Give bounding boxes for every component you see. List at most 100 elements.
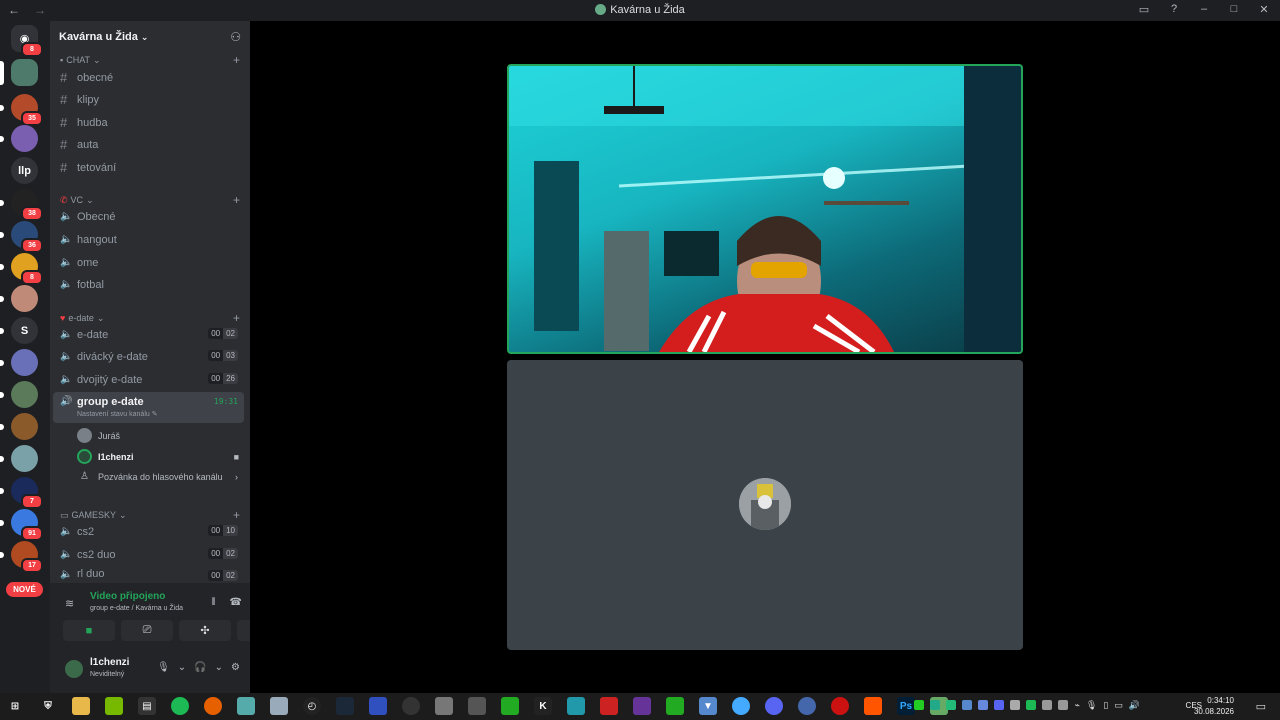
camera-button[interactable]: ■ [63, 620, 115, 641]
server-icon[interactable] [0, 413, 38, 440]
video-tile[interactable] [507, 64, 1023, 354]
tray-icon[interactable] [914, 700, 925, 710]
app-icon[interactable] [798, 697, 816, 715]
headphones-icon[interactable]: 🎧 [194, 662, 206, 673]
app-icon[interactable] [567, 697, 585, 715]
server-icon[interactable]: 8 [0, 253, 43, 285]
app-icon[interactable] [270, 697, 288, 715]
category-chat[interactable]: ▪ CHAT ⌄ + [60, 53, 240, 67]
tray-icon[interactable] [930, 700, 941, 710]
server-icon[interactable]: 36 [0, 221, 43, 253]
steam-icon[interactable] [336, 697, 354, 715]
photoshop-icon[interactable]: Ps [897, 697, 915, 715]
voice-invite-row[interactable]: ♙ Pozvánka do hlasového kanálu › [80, 471, 242, 482]
folder-icon[interactable] [72, 697, 90, 715]
tray-icon[interactable] [1026, 700, 1037, 710]
voice-channel-fotbal[interactable]: 🔈 fotbal [53, 274, 244, 295]
voice-channel-cs2[interactable]: 🔈 cs2 00 10 [53, 521, 244, 542]
voice-channel-edate[interactable]: 🔈 e-date 00 02 [53, 324, 244, 345]
app-icon[interactable] [633, 697, 651, 715]
server-llp-icon[interactable]: llp [11, 157, 38, 184]
clock-app-icon[interactable]: ◴ [303, 697, 321, 715]
server-icon[interactable]: 38 [0, 189, 43, 221]
server-s-icon[interactable]: S [0, 317, 38, 344]
voice-channel-hangout[interactable]: 🔈 hangout [53, 229, 244, 250]
voice-channel-cs2-duo[interactable]: 🔈 cs2 duo 00 02 [53, 544, 244, 565]
tray-icon[interactable] [1010, 700, 1021, 710]
category-gamesky[interactable]: ▭ GAMESKY ⌄ + [60, 508, 240, 522]
volume-icon[interactable]: 🔊 [1129, 700, 1140, 711]
category-vc[interactable]: ✆ VC ⌄ + [60, 193, 240, 207]
tray-icon[interactable] [962, 700, 973, 710]
server-icon[interactable] [0, 125, 38, 152]
current-user[interactable]: l1chenzi Neviditelný 🎙 ⌄ 🎧 ⌄ ⚙ [58, 653, 244, 687]
server-icon[interactable]: 35 [0, 94, 43, 126]
voice-channel-divacky-edate[interactable]: 🔈 divácký e-date 00 03 [53, 346, 244, 367]
server-icon[interactable]: 7 [0, 477, 43, 509]
voice-channel-ome[interactable]: 🔈 ome [53, 252, 244, 273]
opera-icon[interactable] [831, 697, 849, 715]
maximize-icon[interactable]: □ [1228, 3, 1240, 16]
channel-hudba[interactable]: # hudba [53, 112, 244, 133]
chevron-down-icon[interactable]: ⌄ [215, 662, 223, 673]
tray-icon[interactable] [946, 700, 957, 710]
noise-suppression-icon[interactable]: ⫴ [211, 597, 215, 608]
app-icon[interactable] [600, 697, 618, 715]
app-icon[interactable] [732, 697, 750, 715]
voice-channel-dvojity-edate[interactable]: 🔈 dvojitý e-date 00 26 [53, 369, 244, 390]
app-icon[interactable] [237, 697, 255, 715]
server-kavarna-icon[interactable] [0, 59, 38, 86]
monitor-icon[interactable] [369, 697, 387, 715]
close-icon[interactable]: ✕ [1258, 3, 1270, 16]
new-unreads-pill[interactable]: NOVÉ [6, 582, 43, 597]
microphone-icon[interactable]: 🎙 [157, 662, 170, 673]
signal-icon[interactable]: ≋ [65, 597, 74, 610]
screen-share-button[interactable]: ⎚ [121, 620, 173, 641]
voice-channel-rl-duo[interactable]: 🔈 rl duo 00 02 [53, 566, 244, 582]
notification-icon[interactable]: ▭ [1256, 700, 1266, 713]
spotify-icon[interactable] [171, 697, 189, 715]
app-icon[interactable] [468, 697, 486, 715]
server-icon[interactable] [0, 349, 38, 376]
discord-home-icon[interactable]: ◉ 8 [11, 25, 43, 57]
disconnect-icon[interactable]: ☎ [230, 597, 242, 608]
help-icon[interactable]: ? [1168, 3, 1180, 16]
brave-icon[interactable] [864, 697, 882, 715]
vpn-icon[interactable]: ▼ [699, 697, 717, 715]
add-channel-icon[interactable]: + [233, 508, 240, 522]
app-icon[interactable] [501, 697, 519, 715]
inbox-icon[interactable]: ▭ [1138, 3, 1150, 16]
tray-icon[interactable] [994, 700, 1005, 710]
channel-klipy[interactable]: # klipy [53, 89, 244, 110]
voice-channel-group-edate[interactable]: 🔊 group e-date 19:31 Nastavení stavu kanálu… [53, 392, 244, 423]
server-icon[interactable] [0, 381, 38, 408]
server-header[interactable]: Kavárna u Žida ⌄ ⚇ [50, 21, 250, 53]
category-edate[interactable]: ♥ e-date ⌄ + [60, 311, 240, 325]
server-icon[interactable]: 91 [0, 509, 43, 541]
start-icon[interactable]: ⊞ [6, 697, 24, 715]
terminal-icon[interactable]: ▤ [138, 697, 156, 715]
clock[interactable]: 0:34:10 30.08.2026 [1194, 695, 1234, 717]
obs-icon[interactable] [402, 697, 420, 715]
battery-icon[interactable]: ▯ [1103, 700, 1108, 711]
usb-icon[interactable]: ⌁ [1074, 700, 1079, 711]
channel-tetovani[interactable]: # tetování [53, 157, 244, 178]
voice-channel-obecne[interactable]: 🔈 Obecné [53, 206, 244, 227]
network-icon[interactable]: ▭ [1114, 700, 1123, 711]
firefox-icon[interactable] [204, 697, 222, 715]
server-icon[interactable] [0, 445, 38, 472]
add-channel-icon[interactable]: + [233, 53, 240, 67]
chart-app-icon[interactable] [666, 697, 684, 715]
voice-member-l1chenzi[interactable]: l1chenzi ■ [77, 449, 239, 464]
gear-icon[interactable]: ⚙ [231, 662, 240, 673]
add-channel-icon[interactable]: + [233, 193, 240, 207]
calculator-icon[interactable] [435, 697, 453, 715]
nvidia-icon[interactable] [105, 697, 123, 715]
invite-people-icon[interactable]: ⚇ [230, 30, 241, 44]
discord-icon[interactable] [765, 697, 783, 715]
channel-obecne[interactable]: # obecné [53, 67, 244, 88]
shield-icon[interactable]: ⛨ [39, 697, 57, 715]
microphone-icon[interactable]: 🎙 [1086, 700, 1097, 711]
participant-tile[interactable] [507, 360, 1023, 650]
activities-button[interactable]: ✣ [179, 620, 231, 641]
